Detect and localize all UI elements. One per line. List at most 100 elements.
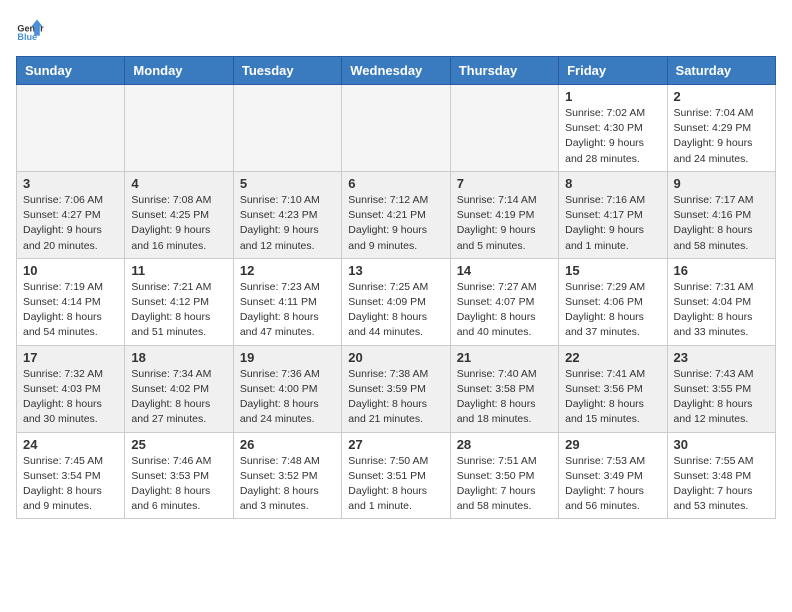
day-info: Sunrise: 7:31 AM Sunset: 4:04 PM Dayligh… (674, 280, 769, 341)
calendar-cell: 4Sunrise: 7:08 AM Sunset: 4:25 PM Daylig… (125, 171, 233, 258)
day-info: Sunrise: 7:43 AM Sunset: 3:55 PM Dayligh… (674, 367, 769, 428)
day-number: 18 (131, 350, 226, 365)
calendar-cell: 12Sunrise: 7:23 AM Sunset: 4:11 PM Dayli… (233, 258, 341, 345)
calendar-week-0: 1Sunrise: 7:02 AM Sunset: 4:30 PM Daylig… (17, 85, 776, 172)
calendar-cell: 10 Sunrise: 7:19 AM Sunset: 4:14 PM Dayli… (17, 258, 125, 345)
calendar-cell: 7 Sunrise: 7:14 AM Sunset: 4:19 PM Daylig… (450, 171, 558, 258)
day-number: 14 (457, 263, 552, 278)
calendar-cell: 21Sunrise: 7:40 AM Sunset: 3:58 PM Dayli… (450, 345, 558, 432)
calendar-cell: 19 Sunrise: 7:36 AM Sunset: 4:00 PM Dayli… (233, 345, 341, 432)
calendar-cell: 13 Sunrise: 7:25 AM Sunset: 4:09 PM Dayli… (342, 258, 450, 345)
day-info: Sunrise: 7:53 AM Sunset: 3:49 PM Dayligh… (565, 454, 660, 515)
day-info: Sunrise: 7:32 AM Sunset: 4:03 PM Dayligh… (23, 367, 118, 428)
day-info: Sunrise: 7:41 AM Sunset: 3:56 PM Dayligh… (565, 367, 660, 428)
day-info: Sunrise: 7:17 AM Sunset: 4:16 PM Dayligh… (674, 193, 769, 254)
day-info: Sunrise: 7:34 AM Sunset: 4:02 PM Dayligh… (131, 367, 226, 428)
calendar-cell: 14 Sunrise: 7:27 AM Sunset: 4:07 PM Dayli… (450, 258, 558, 345)
day-number: 6 (348, 176, 443, 191)
logo-icon: General Blue (16, 16, 44, 44)
day-info: Sunrise: 7:10 AM Sunset: 4:23 PM Dayligh… (240, 193, 335, 254)
day-number: 11 (131, 263, 226, 278)
calendar-cell (17, 85, 125, 172)
day-info: Sunrise: 7:46 AM Sunset: 3:53 PM Dayligh… (131, 454, 226, 515)
calendar-cell (233, 85, 341, 172)
calendar-body: 1Sunrise: 7:02 AM Sunset: 4:30 PM Daylig… (17, 85, 776, 519)
header-sunday: Sunday (17, 57, 125, 85)
day-number: 4 (131, 176, 226, 191)
day-number: 24 (23, 437, 118, 452)
day-info: Sunrise: 7:48 AM Sunset: 3:52 PM Dayligh… (240, 454, 335, 515)
day-number: 27 (348, 437, 443, 452)
day-number: 23 (674, 350, 769, 365)
day-number: 22 (565, 350, 660, 365)
day-number: 16 (674, 263, 769, 278)
day-info: Sunrise: 7:12 AM Sunset: 4:21 PM Dayligh… (348, 193, 443, 254)
calendar-cell: 20Sunrise: 7:38 AM Sunset: 3:59 PM Dayli… (342, 345, 450, 432)
calendar-cell: 22 Sunrise: 7:41 AM Sunset: 3:56 PM Dayli… (559, 345, 667, 432)
header-area: General Blue (16, 16, 776, 44)
day-info: Sunrise: 7:29 AM Sunset: 4:06 PM Dayligh… (565, 280, 660, 341)
calendar-cell (342, 85, 450, 172)
header-friday: Friday (559, 57, 667, 85)
calendar-cell: 25 Sunrise: 7:46 AM Sunset: 3:53 PM Dayli… (125, 432, 233, 519)
day-info: Sunrise: 7:38 AM Sunset: 3:59 PM Dayligh… (348, 367, 443, 428)
day-info: Sunrise: 7:06 AM Sunset: 4:27 PM Dayligh… (23, 193, 118, 254)
day-info: Sunrise: 7:36 AM Sunset: 4:00 PM Dayligh… (240, 367, 335, 428)
svg-text:Blue: Blue (17, 32, 37, 42)
day-number: 28 (457, 437, 552, 452)
day-number: 9 (674, 176, 769, 191)
calendar-cell: 5 Sunrise: 7:10 AM Sunset: 4:23 PM Daylig… (233, 171, 341, 258)
day-number: 8 (565, 176, 660, 191)
day-number: 5 (240, 176, 335, 191)
day-number: 19 (240, 350, 335, 365)
calendar-cell (450, 85, 558, 172)
calendar-cell: 15Sunrise: 7:29 AM Sunset: 4:06 PM Dayli… (559, 258, 667, 345)
calendar-cell: 11 Sunrise: 7:21 AM Sunset: 4:12 PM Dayli… (125, 258, 233, 345)
header-tuesday: Tuesday (233, 57, 341, 85)
day-info: Sunrise: 7:45 AM Sunset: 3:54 PM Dayligh… (23, 454, 118, 515)
day-info: Sunrise: 7:21 AM Sunset: 4:12 PM Dayligh… (131, 280, 226, 341)
day-info: Sunrise: 7:14 AM Sunset: 4:19 PM Dayligh… (457, 193, 552, 254)
day-number: 17 (23, 350, 118, 365)
day-info: Sunrise: 7:16 AM Sunset: 4:17 PM Dayligh… (565, 193, 660, 254)
calendar-week-3: 17 Sunrise: 7:32 AM Sunset: 4:03 PM Dayli… (17, 345, 776, 432)
logo: General Blue (16, 16, 44, 44)
day-number: 1 (565, 89, 660, 104)
calendar-cell: 17 Sunrise: 7:32 AM Sunset: 4:03 PM Dayli… (17, 345, 125, 432)
header-saturday: Saturday (667, 57, 775, 85)
header-monday: Monday (125, 57, 233, 85)
calendar-cell: 1Sunrise: 7:02 AM Sunset: 4:30 PM Daylig… (559, 85, 667, 172)
calendar-cell: 9 Sunrise: 7:17 AM Sunset: 4:16 PM Daylig… (667, 171, 775, 258)
day-info: Sunrise: 7:50 AM Sunset: 3:51 PM Dayligh… (348, 454, 443, 515)
calendar-cell: 8 Sunrise: 7:16 AM Sunset: 4:17 PM Daylig… (559, 171, 667, 258)
calendar-table: SundayMondayTuesdayWednesdayThursdayFrid… (16, 56, 776, 519)
day-number: 2 (674, 89, 769, 104)
calendar-cell: 29 Sunrise: 7:53 AM Sunset: 3:49 PM Dayli… (559, 432, 667, 519)
day-number: 7 (457, 176, 552, 191)
calendar-cell: 2 Sunrise: 7:04 AM Sunset: 4:29 PM Daylig… (667, 85, 775, 172)
day-number: 3 (23, 176, 118, 191)
calendar-cell: 6 Sunrise: 7:12 AM Sunset: 4:21 PM Daylig… (342, 171, 450, 258)
calendar-cell: 23 Sunrise: 7:43 AM Sunset: 3:55 PM Dayli… (667, 345, 775, 432)
calendar-cell: 24 Sunrise: 7:45 AM Sunset: 3:54 PM Dayli… (17, 432, 125, 519)
day-number: 29 (565, 437, 660, 452)
day-number: 13 (348, 263, 443, 278)
day-info: Sunrise: 7:40 AM Sunset: 3:58 PM Dayligh… (457, 367, 552, 428)
calendar-header-row: SundayMondayTuesdayWednesdayThursdayFrid… (17, 57, 776, 85)
calendar-week-1: 3 Sunrise: 7:06 AM Sunset: 4:27 PM Daylig… (17, 171, 776, 258)
calendar-cell: 3 Sunrise: 7:06 AM Sunset: 4:27 PM Daylig… (17, 171, 125, 258)
calendar-cell: 27 Sunrise: 7:50 AM Sunset: 3:51 PM Dayli… (342, 432, 450, 519)
calendar-cell (125, 85, 233, 172)
day-info: Sunrise: 7:04 AM Sunset: 4:29 PM Dayligh… (674, 106, 769, 167)
day-number: 10 (23, 263, 118, 278)
header-thursday: Thursday (450, 57, 558, 85)
calendar-cell: 30Sunrise: 7:55 AM Sunset: 3:48 PM Dayli… (667, 432, 775, 519)
header-wednesday: Wednesday (342, 57, 450, 85)
day-number: 26 (240, 437, 335, 452)
day-info: Sunrise: 7:19 AM Sunset: 4:14 PM Dayligh… (23, 280, 118, 341)
calendar-cell: 18 Sunrise: 7:34 AM Sunset: 4:02 PM Dayli… (125, 345, 233, 432)
day-info: Sunrise: 7:25 AM Sunset: 4:09 PM Dayligh… (348, 280, 443, 341)
day-info: Sunrise: 7:27 AM Sunset: 4:07 PM Dayligh… (457, 280, 552, 341)
day-number: 25 (131, 437, 226, 452)
day-number: 30 (674, 437, 769, 452)
